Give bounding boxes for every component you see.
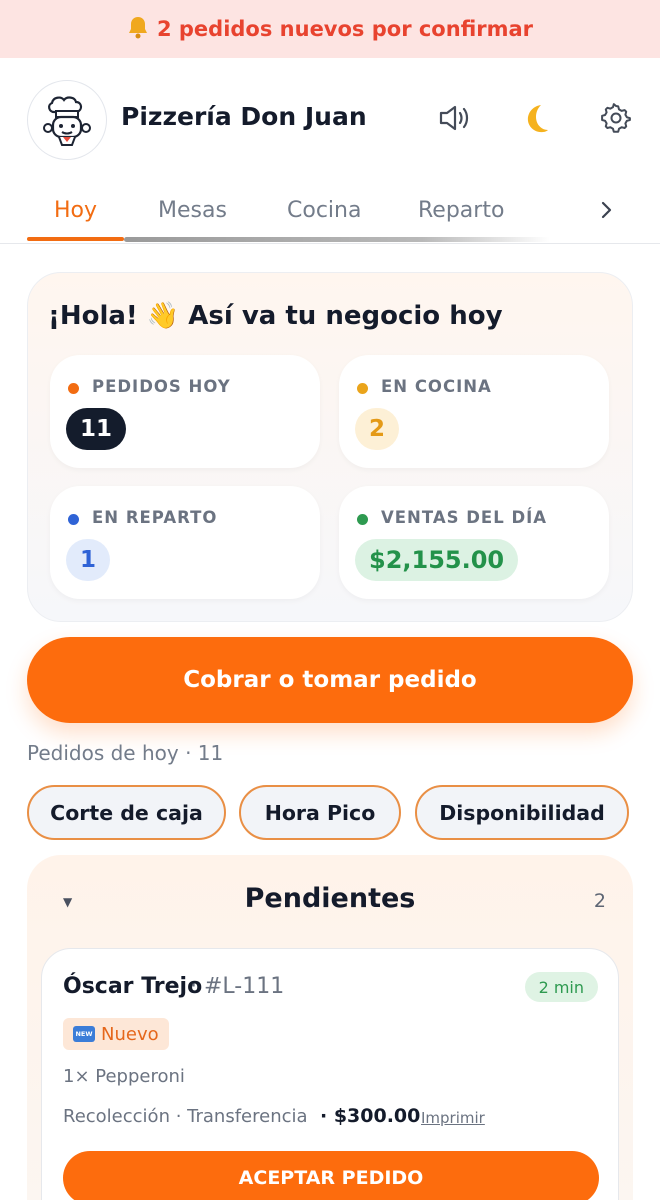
- stat-label: VENTAS DEL DÍA: [381, 508, 548, 527]
- business-summary-card: ¡Hola! 👋 Así va tu negocio hoy PEDIDOS H…: [27, 272, 633, 622]
- status-dot: [357, 383, 368, 394]
- accept-order-button[interactable]: ACEPTAR PEDIDO: [63, 1151, 599, 1200]
- app-header: Pizzería Don Juan: [0, 58, 660, 180]
- stat-value: 11: [66, 408, 127, 450]
- status-badge: NEW Nuevo: [63, 1018, 169, 1050]
- order-meta: Recolección · Transferencia: [63, 1106, 308, 1127]
- volume-icon[interactable]: [435, 98, 475, 138]
- active-tab-indicator: [27, 237, 124, 241]
- pending-count: 2: [593, 890, 606, 912]
- tab-reparto[interactable]: Reparto: [418, 198, 504, 223]
- pending-orders-section: ▼ Pendientes 2 Óscar Trejo · #L-111 2 mi…: [27, 855, 633, 1200]
- status-dot: [357, 514, 368, 525]
- chip-hora-pico[interactable]: Hora Pico: [239, 785, 401, 840]
- stat-pedidos-hoy[interactable]: PEDIDOS HOY 11: [50, 355, 320, 468]
- stat-en-reparto[interactable]: EN REPARTO 1: [50, 486, 320, 599]
- summary-title: ¡Hola! 👋 Así va tu negocio hoy: [48, 301, 503, 331]
- stat-value: 1: [66, 539, 111, 581]
- status-dot: [68, 514, 79, 525]
- new-icon: NEW: [73, 1026, 95, 1042]
- stat-value: $2,155.00: [355, 539, 519, 581]
- chef-logo[interactable]: [27, 80, 107, 160]
- order-id: · #L-111: [190, 974, 285, 999]
- stat-ventas-del-dia[interactable]: VENTAS DEL DÍA $2,155.00: [339, 486, 609, 599]
- order-card[interactable]: Óscar Trejo · #L-111 2 min NEW Nuevo 1× …: [41, 948, 619, 1200]
- chevron-right-icon[interactable]: [594, 198, 618, 222]
- stat-label: EN REPARTO: [92, 508, 218, 527]
- chip-disponibilidad[interactable]: Disponibilidad: [415, 785, 629, 840]
- stat-value: 2: [355, 408, 400, 450]
- tab-mesas[interactable]: Mesas: [158, 198, 227, 223]
- bell-icon: [127, 15, 149, 44]
- orders-today-label: Pedidos de hoy · 11: [27, 741, 224, 765]
- status-dot: [68, 383, 79, 394]
- chip-corte-de-caja[interactable]: Corte de caja: [27, 785, 226, 840]
- customer-name: Óscar Trejo: [63, 974, 203, 999]
- order-items: 1× Pepperoni: [63, 1066, 185, 1087]
- stat-label: PEDIDOS HOY: [92, 377, 231, 396]
- section-title[interactable]: Pendientes: [27, 883, 633, 914]
- gear-icon[interactable]: [596, 98, 636, 138]
- status-badge-label: Nuevo: [101, 1023, 159, 1045]
- notification-banner[interactable]: 2 pedidos nuevos por confirmar: [0, 0, 660, 58]
- banner-text: 2 pedidos nuevos por confirmar: [156, 17, 534, 41]
- take-order-button[interactable]: Cobrar o tomar pedido: [27, 637, 633, 723]
- tab-scroll-track[interactable]: [124, 237, 550, 242]
- order-amount: · $300.00: [320, 1105, 421, 1127]
- print-link[interactable]: Imprimir: [421, 1109, 485, 1127]
- business-name: Pizzería Don Juan: [121, 102, 367, 131]
- moon-icon[interactable]: [515, 98, 555, 138]
- stat-en-cocina[interactable]: EN COCINA 2: [339, 355, 609, 468]
- stat-label: EN COCINA: [381, 377, 492, 396]
- elapsed-time-badge: 2 min: [524, 972, 598, 1002]
- tab-bar: Hoy Mesas Cocina Reparto: [0, 180, 660, 244]
- tab-hoy[interactable]: Hoy: [54, 198, 97, 223]
- tab-cocina[interactable]: Cocina: [287, 198, 361, 223]
